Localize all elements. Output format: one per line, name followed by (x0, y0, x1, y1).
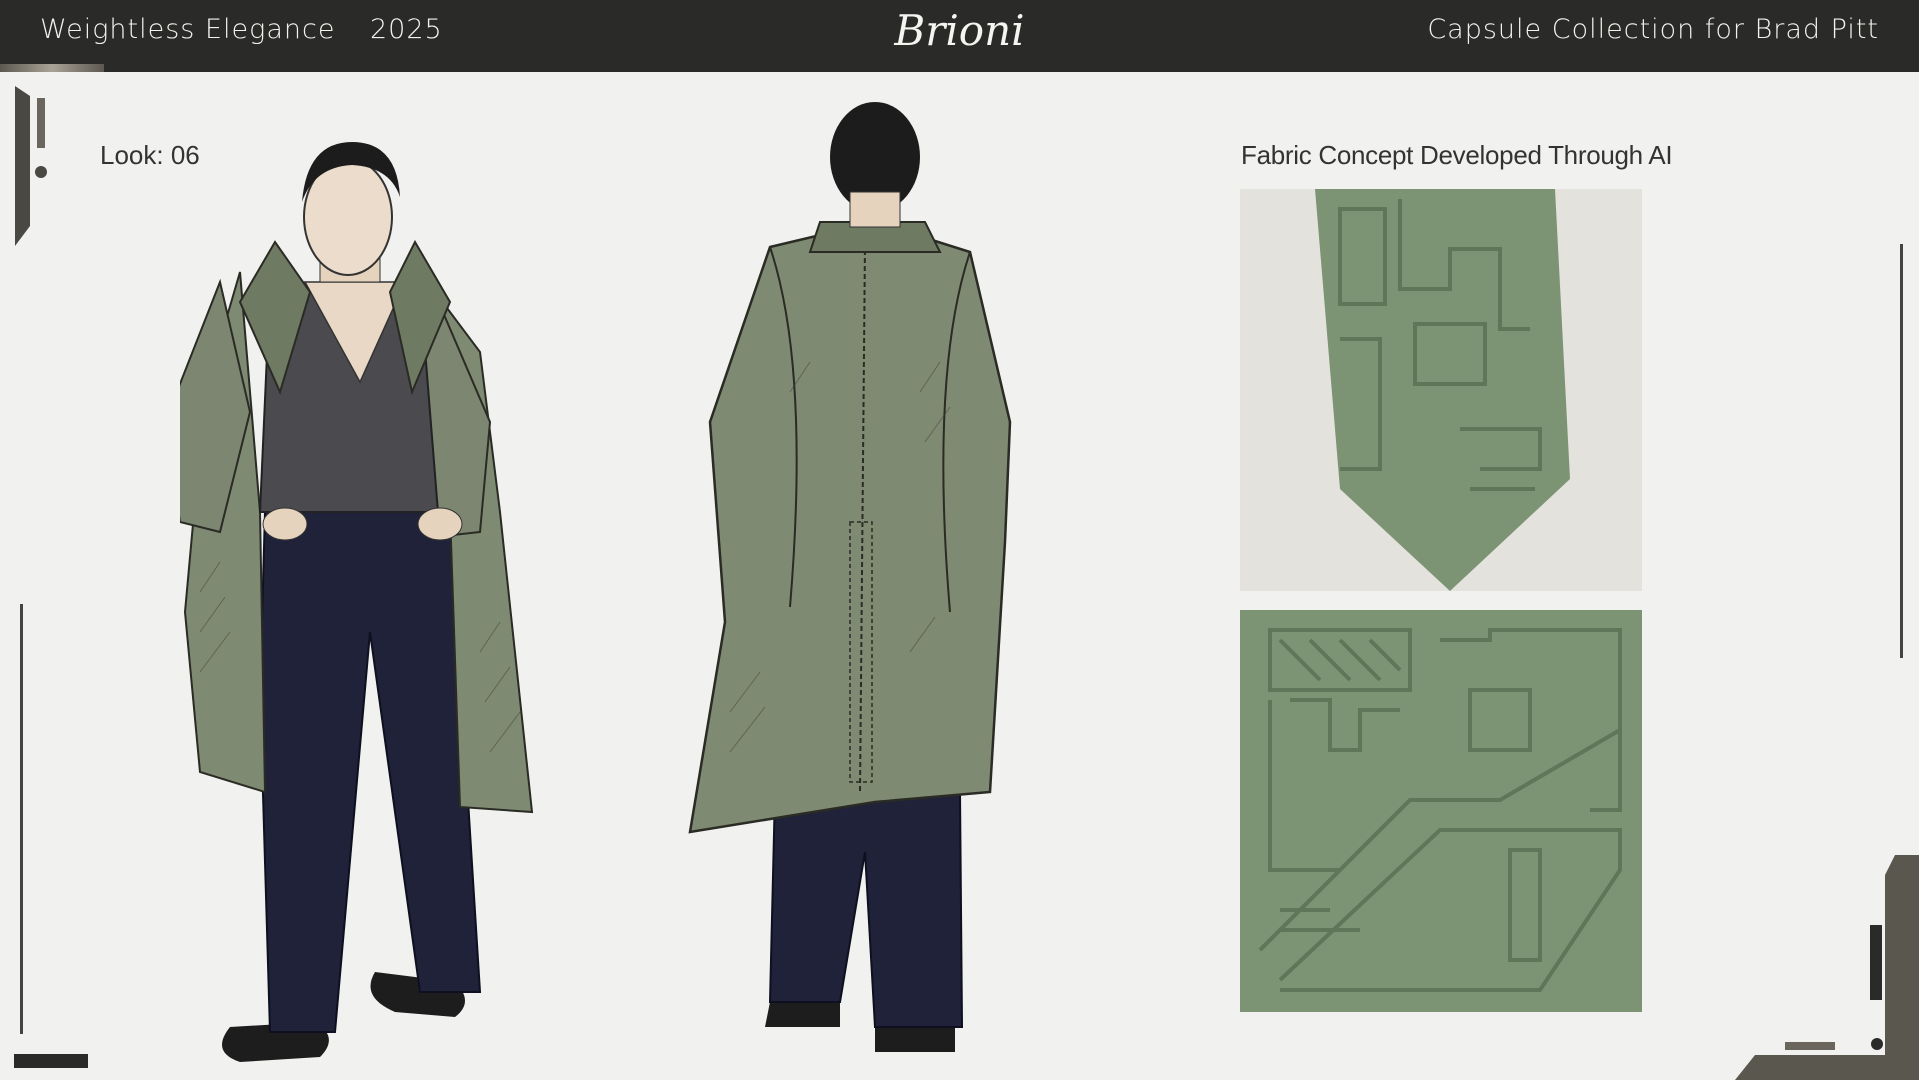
collection-year: 2025 (370, 14, 443, 45)
back-left-shoe (765, 1002, 840, 1027)
header-accent-bar (0, 64, 104, 72)
collection-title: Weightless Elegance (40, 14, 336, 45)
frame-ornament-top-left (15, 86, 47, 246)
back-neck (849, 191, 901, 228)
front-view-illustration (180, 142, 534, 1062)
textile-background (1240, 610, 1642, 1012)
header-bar: Weightless Elegance 2025 Capsule Collect… (0, 0, 1919, 72)
frame-line-right (1900, 244, 1903, 658)
front-trousers (258, 511, 482, 1033)
frame-line-left (20, 604, 23, 1034)
capsule-label: Capsule Collection for Brad Pitt (1427, 14, 1879, 45)
back-right-shoe (875, 1027, 955, 1052)
frame-bar-bottom-left (14, 1054, 88, 1068)
tie-fabric-swatch (1240, 189, 1642, 591)
back-view-illustration (688, 102, 1012, 1052)
textile-fabric-swatch (1240, 610, 1642, 1012)
frame-ornament-bottom-right (1735, 855, 1919, 1080)
fabric-concept-title: Fabric Concept Developed Through AI (1241, 140, 1673, 170)
front-left-hand (262, 507, 308, 541)
back-trousers (768, 791, 964, 1028)
front-right-hand (417, 507, 463, 541)
